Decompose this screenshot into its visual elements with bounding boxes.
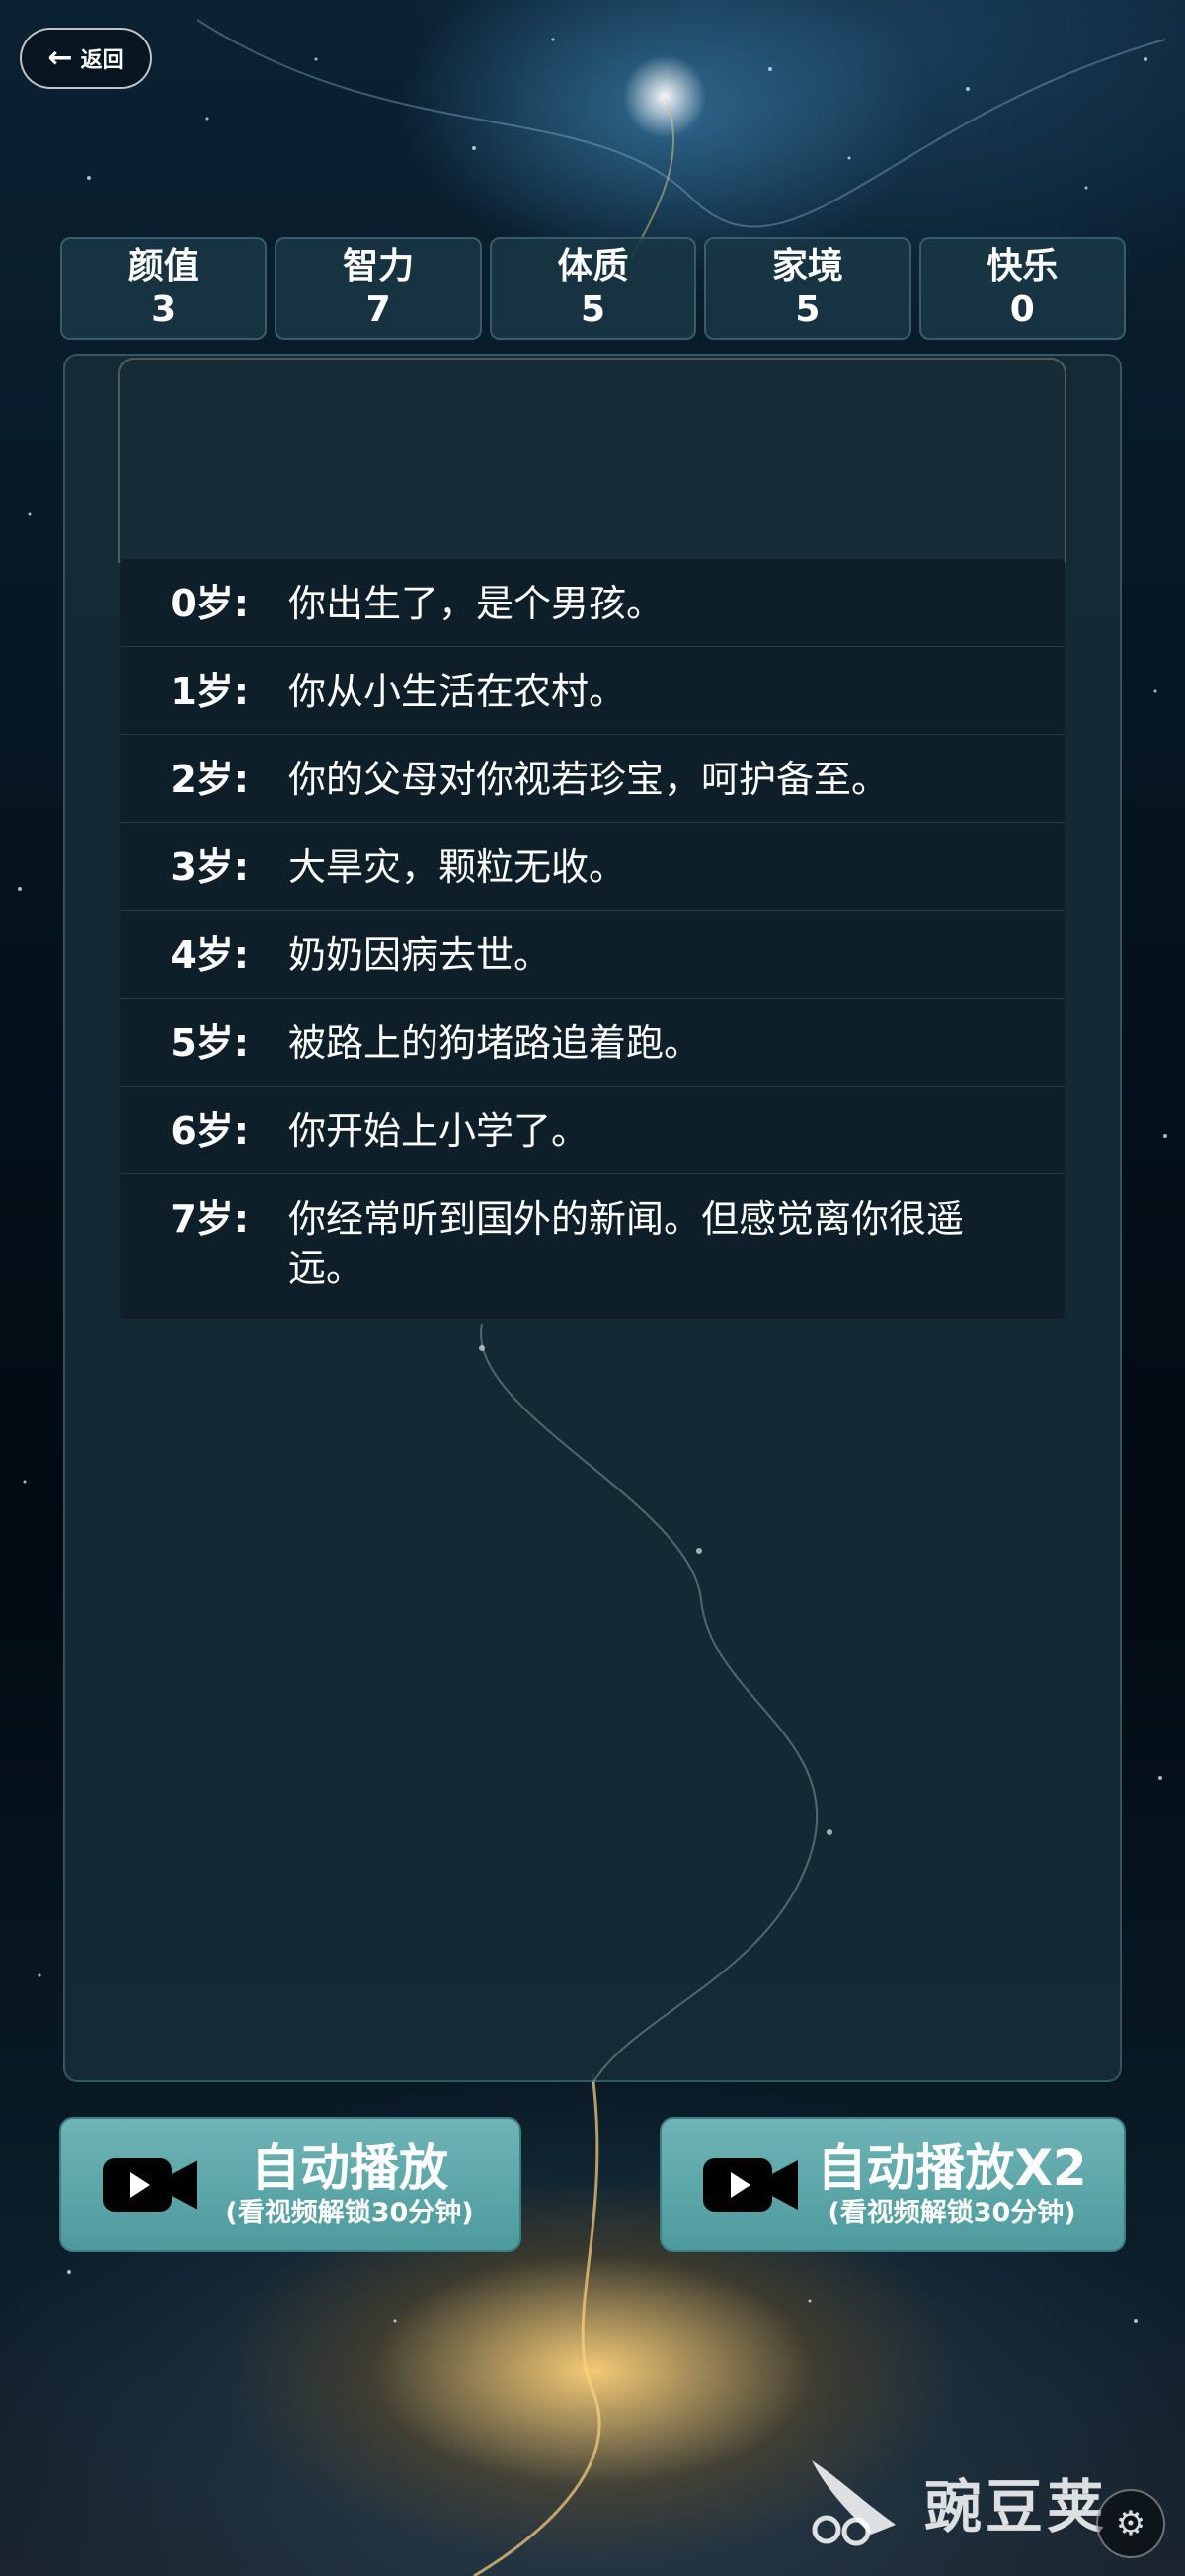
stat-constitution: 体质 5 [489,237,697,340]
auto-play-x2-text: 自动播放X2 (看视频解锁30分钟) [798,2139,1124,2230]
list-item: 2岁: 你的父母对你视若珍宝，呵护备至。 [120,735,1065,823]
stat-label: 智力 [343,246,415,286]
event-age: 3岁: [170,845,249,889]
event-age: 1岁: [170,670,249,713]
stat-label: 快乐 [987,246,1059,286]
settings-button[interactable]: ⚙ [1096,2489,1165,2558]
event-age: 7岁: [170,1197,249,1241]
stat-label: 颜值 [127,246,199,286]
list-item: 6岁: 你开始上小学了。 [120,1087,1065,1174]
list-item: 0岁: 你出生了，是个男孩。 [120,559,1065,647]
event-age: 4岁: [170,933,249,977]
auto-play-button[interactable]: 自动播放 (看视频解锁30分钟) [59,2117,521,2252]
event-list[interactable]: 0岁: 你出生了，是个男孩。 1岁: 你从小生活在农村。 2岁: 你的父母对你视… [120,559,1065,1319]
event-text: 你出生了，是个男孩。 [288,582,665,625]
list-item: 1岁: 你从小生活在农村。 [120,647,1065,735]
stat-happiness: 快乐 0 [918,237,1127,340]
list-item: 5岁: 被路上的狗堵路追着跑。 [120,999,1065,1087]
watermark-text: 豌豆荚 [924,2473,1109,2540]
back-label: 返回 [80,48,124,73]
auto-play-x2-title: 自动播放X2 [817,2138,1087,2197]
event-age: 0岁: [170,582,249,625]
stat-value: 0 [1009,289,1035,330]
stat-value: 3 [151,289,177,330]
event-text: 你开始上小学了。 [288,1109,590,1153]
video-camera-icon [703,2152,798,2217]
gear-icon: ⚙ [1115,2504,1146,2543]
video-camera-icon [103,2152,198,2217]
auto-play-title: 自动播放 [251,2138,448,2197]
wandoujia-logo-icon [802,2451,910,2553]
event-text: 被路上的狗堵路追着跑。 [288,1021,702,1065]
stat-intelligence: 智力 7 [275,237,482,340]
event-age: 5岁: [170,1021,249,1065]
back-button[interactable]: ← 返回 [20,28,152,89]
auto-play-x2-subtitle: (看视频解锁30分钟) [828,2197,1076,2228]
event-age: 2岁: [170,758,249,801]
stat-label: 体质 [557,246,629,286]
list-item: 4岁: 奶奶因病去世。 [120,911,1065,999]
list-item: 7岁: 你经常听到国外的新闻。但感觉离你很遥远。 [120,1174,1065,1319]
event-text: 奶奶因病去世。 [288,933,552,977]
stat-value: 5 [580,289,606,330]
stat-value: 7 [365,289,391,330]
event-text: 你经常听到国外的新闻。但感觉离你很遥远。 [288,1197,965,1290]
auto-play-subtitle: (看视频解锁30分钟) [225,2197,474,2228]
stat-family: 家境 5 [704,237,911,340]
list-item: 3岁: 大旱灾，颗粒无收。 [120,823,1065,911]
auto-play-text: 自动播放 (看视频解锁30分钟) [198,2139,519,2230]
event-text: 你从小生活在农村。 [288,670,627,713]
auto-play-x2-button[interactable]: 自动播放X2 (看视频解锁30分钟) [660,2117,1126,2252]
stat-value: 5 [795,289,821,330]
event-text: 大旱灾，颗粒无收。 [288,845,627,889]
event-text: 你的父母对你视若珍宝，呵护备至。 [288,758,890,801]
panel-header-area [118,358,1066,563]
arrow-left-icon: ← [47,40,73,75]
attribute-bar: 颜值 3 智力 7 体质 5 家境 5 快乐 0 [60,237,1127,340]
stat-label: 家境 [771,246,843,286]
event-age: 6岁: [170,1109,249,1153]
stat-appearance: 颜值 3 [60,237,268,340]
